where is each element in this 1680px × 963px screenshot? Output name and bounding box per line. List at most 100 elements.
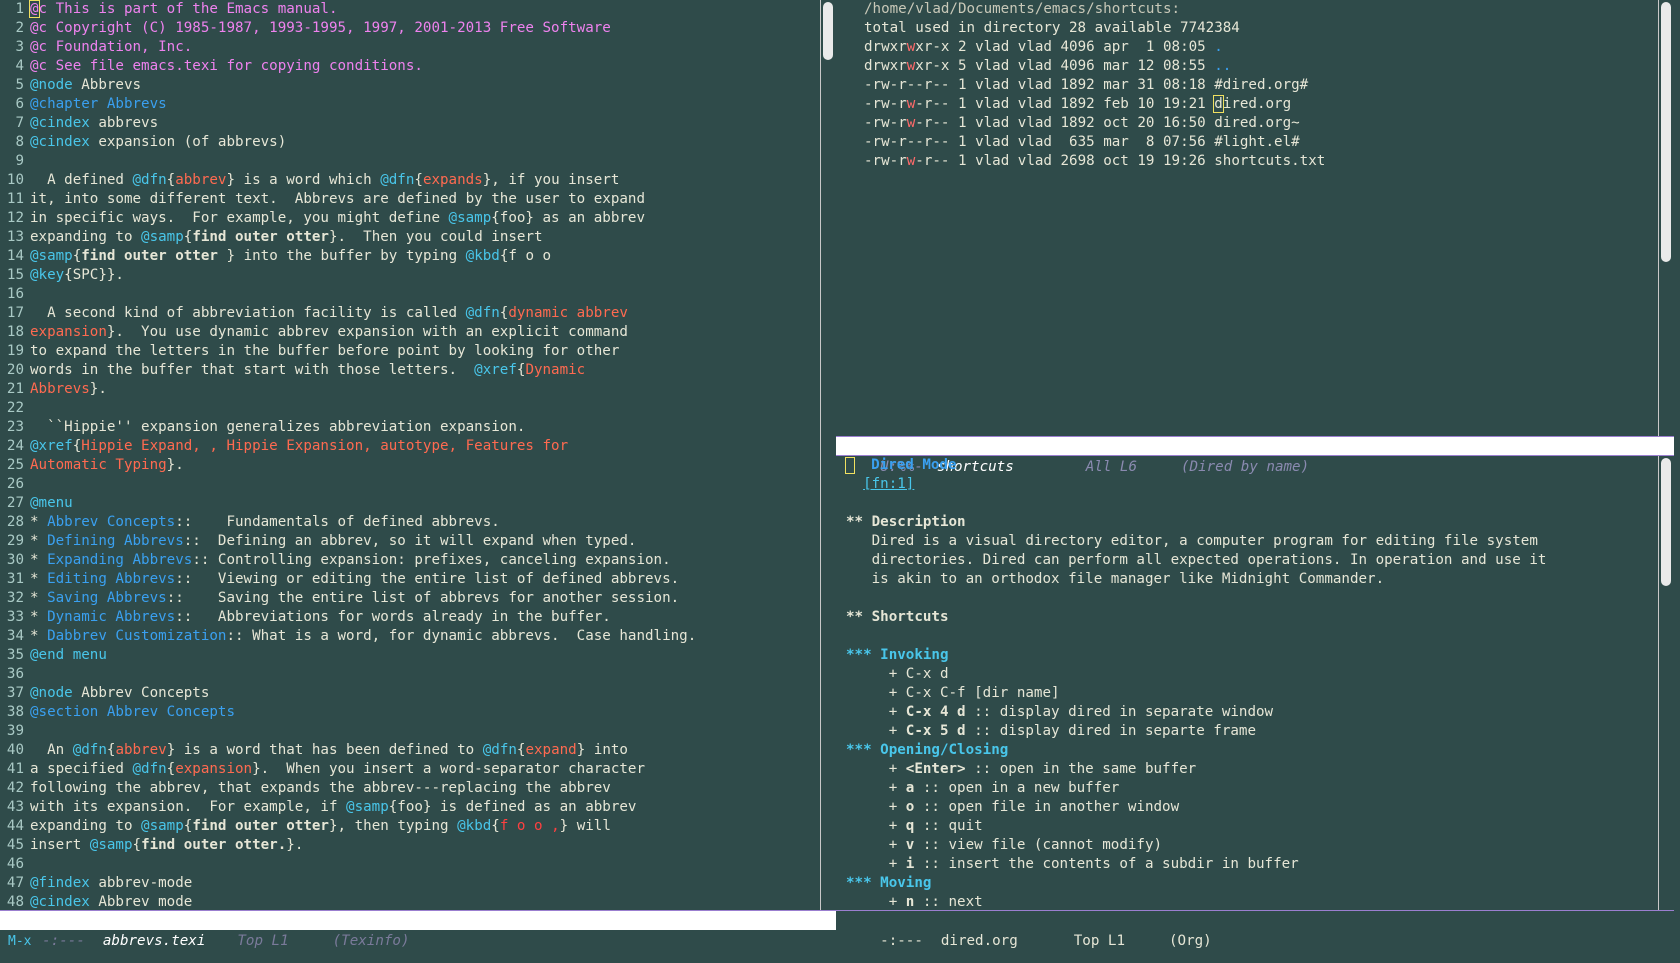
org-heading-3: *** Moving bbox=[846, 875, 932, 891]
texinfo-line[interactable]: 46 bbox=[0, 855, 820, 874]
texinfo-line[interactable]: 12 in specific ways. For example, you mig… bbox=[0, 209, 820, 228]
syntax-token: { bbox=[72, 438, 82, 454]
texinfo-line[interactable]: 42 following the abbrev, that expands the… bbox=[0, 779, 820, 798]
file-metadata: 1 vlad vlad 1892 mar 31 08:18 bbox=[949, 77, 1215, 93]
file-name[interactable]: #light.el# bbox=[1214, 134, 1299, 150]
file-name[interactable]: dired.org~ bbox=[1214, 115, 1299, 131]
texinfo-line[interactable]: 9 bbox=[0, 152, 820, 171]
texinfo-line[interactable]: 3 @c Foundation, Inc. bbox=[0, 38, 820, 57]
org-footnote-link[interactable]: [fn:1] bbox=[863, 476, 914, 492]
texinfo-line[interactable]: 20 words in the buffer that start with th… bbox=[0, 361, 820, 380]
org-scrollbar[interactable] bbox=[1658, 456, 1674, 910]
texinfo-line[interactable]: 15 @key{SPC}}. bbox=[0, 266, 820, 285]
line-number: 47 bbox=[6, 875, 24, 891]
texinfo-line[interactable]: 30 * Expanding Abbrevs:: Controlling expa… bbox=[0, 551, 820, 570]
texinfo-line[interactable]: 26 bbox=[0, 475, 820, 494]
texinfo-line[interactable]: 11 it, into some different text. Abbrevs … bbox=[0, 190, 820, 209]
texinfo-line[interactable]: 29 * Defining Abbrevs:: Defining an abbre… bbox=[0, 532, 820, 551]
texinfo-line[interactable]: 2 @c Copyright (C) 1985-1987, 1993-1995, … bbox=[0, 19, 820, 38]
texinfo-line[interactable]: 5 @node Abbrevs bbox=[0, 76, 820, 95]
syntax-token: @dfn bbox=[465, 305, 500, 321]
texinfo-buffer-text[interactable]: 1 @c This is part of the Emacs manual. 2 @c… bbox=[0, 0, 820, 910]
dired-file-row[interactable]: -rw-rw-r-- 1 vlad vlad 2698 oct 19 19:26… bbox=[836, 152, 1658, 171]
org-scrollbar-thumb[interactable] bbox=[1661, 458, 1671, 586]
texinfo-line[interactable]: 38 @section Abbrev Concepts bbox=[0, 703, 820, 722]
texinfo-line[interactable]: 48 @cindex Abbrev mode bbox=[0, 893, 820, 910]
texinfo-line[interactable]: 45 insert @samp{find outer otter.}. bbox=[0, 836, 820, 855]
syntax-token: @samp bbox=[89, 837, 133, 853]
org-modeline: -:--- dired.org Top L1 (Org) bbox=[836, 910, 1674, 949]
texinfo-line[interactable]: 14 @samp{find outer otter } into the buff… bbox=[0, 247, 820, 266]
texinfo-line[interactable]: 36 bbox=[0, 665, 820, 684]
shortcut-key: <Enter> bbox=[905, 761, 966, 777]
texinfo-line[interactable]: 44 expanding to @samp {find outer otter}, … bbox=[0, 817, 820, 836]
dired-scrollbar-thumb[interactable] bbox=[1661, 2, 1671, 262]
texinfo-line[interactable]: 41 a specified @dfn{expansion}. When you … bbox=[0, 760, 820, 779]
file-name[interactable]: .. bbox=[1214, 58, 1231, 74]
texinfo-line[interactable]: 16 bbox=[0, 285, 820, 304]
texinfo-line[interactable]: 4 @c See file emacs.texi for copying cond… bbox=[0, 57, 820, 76]
left-scrollbar-thumb[interactable] bbox=[823, 2, 833, 60]
texinfo-line[interactable]: 6 @chapter Abbrevs bbox=[0, 95, 820, 114]
texinfo-line[interactable]: 27 @menu bbox=[0, 494, 820, 513]
texinfo-line[interactable]: 1 @c This is part of the Emacs manual. bbox=[0, 0, 820, 19]
dired-file-row[interactable]: -rw-r--r-- 1 vlad vlad 1892 mar 31 08:18… bbox=[836, 76, 1658, 95]
syntax-token: { bbox=[72, 248, 82, 264]
dired-file-row[interactable]: -rw-rw-r-- 1 vlad vlad 1892 oct 20 16:50… bbox=[836, 114, 1658, 133]
file-metadata: 1 vlad vlad 2698 oct 19 19:26 bbox=[949, 153, 1215, 169]
file-name[interactable]: shortcuts.txt bbox=[1214, 153, 1325, 169]
line-content: @node Abbrev Concepts bbox=[30, 685, 209, 701]
texinfo-line[interactable]: 24 @xref{Hippie Expand, , Hippie Expansio… bbox=[0, 437, 820, 456]
texinfo-line[interactable]: 40 An @dfn{abbrev} is a word that has be… bbox=[0, 741, 820, 760]
file-name[interactable]: dired.org bbox=[1213, 95, 1291, 113]
texinfo-line[interactable]: 8 @cindex expansion (of abbrevs) bbox=[0, 133, 820, 152]
org-window[interactable]: Dired Mode [fn:1] ** Description Dired i… bbox=[836, 456, 1658, 910]
texinfo-line[interactable]: 10 A defined @dfn{abbrev} is a word whic… bbox=[0, 171, 820, 190]
syntax-token: expansion (of abbrevs) bbox=[89, 134, 287, 150]
line-number: 4 bbox=[15, 58, 24, 74]
dired-file-row[interactable]: -rw-r--r-- 1 vlad vlad 635 mar 8 07:56 #… bbox=[836, 133, 1658, 152]
texinfo-line[interactable]: 22 bbox=[0, 399, 820, 418]
line-content: @c This is part of the Emacs manual. bbox=[29, 0, 338, 18]
dired-window[interactable]: /home/vlad/Documents/emacs/shortcuts: to… bbox=[836, 0, 1658, 436]
syntax-token: An bbox=[30, 742, 73, 758]
syntax-token: @xref bbox=[30, 438, 73, 454]
texinfo-line[interactable]: 19 to expand the letters in the buffer be… bbox=[0, 342, 820, 361]
dired-file-row[interactable]: drwxrwxr-x 5 vlad vlad 4096 mar 12 08:55… bbox=[836, 57, 1658, 76]
texinfo-line[interactable]: 7 @cindex abbrevs bbox=[0, 114, 820, 133]
dired-scrollbar[interactable] bbox=[1658, 0, 1674, 436]
texinfo-line[interactable]: 34 * Dabbrev Customization:: What is a wo… bbox=[0, 627, 820, 646]
texinfo-line[interactable]: 21 Abbrevs}. bbox=[0, 380, 820, 399]
texinfo-line[interactable]: 17 A second kind of abbreviation facilit… bbox=[0, 304, 820, 323]
syntax-token: insert bbox=[30, 837, 90, 853]
left-scrollbar[interactable] bbox=[820, 0, 836, 910]
texinfo-line[interactable]: 32 * Saving Abbrevs:: Saving the entire l… bbox=[0, 589, 820, 608]
texinfo-line[interactable]: 28 * Abbrev Concepts:: Fundamentals of de… bbox=[0, 513, 820, 532]
minibuffer[interactable]: M-x bbox=[0, 932, 1680, 963]
texinfo-line[interactable]: 47 @findex abbrev-mode bbox=[0, 874, 820, 893]
texinfo-line[interactable]: 25 Automatic Typing}. bbox=[0, 456, 820, 475]
texinfo-line[interactable]: 23 ``Hippie'' expansion generalizes abbr… bbox=[0, 418, 820, 437]
dired-file-row[interactable]: drwxrwxr-x 2 vlad vlad 4096 apr 1 08:05 … bbox=[836, 38, 1658, 57]
syntax-token: @c Copyright (C) 1985-1987, 1993-1995, 1… bbox=[30, 20, 611, 36]
texinfo-line[interactable]: 13 expanding to @samp{find outer otter}. … bbox=[0, 228, 820, 247]
texinfo-line[interactable]: 33 * Dynamic Abbrevs:: Abbreviations for … bbox=[0, 608, 820, 627]
texinfo-line[interactable]: 18 expansion}. You use dynamic abbrev exp… bbox=[0, 323, 820, 342]
texinfo-line[interactable]: 35 @end menu bbox=[0, 646, 820, 665]
texinfo-line[interactable]: 31 * Editing Abbrevs:: Viewing or editing… bbox=[0, 570, 820, 589]
syntax-token: expand bbox=[525, 742, 577, 758]
text-cursor: @ bbox=[29, 0, 40, 18]
line-number: 11 bbox=[6, 191, 24, 207]
texinfo-line[interactable]: 37 @node Abbrev Concepts bbox=[0, 684, 820, 703]
texinfo-line[interactable]: 43 with its expansion. For example, if @s… bbox=[0, 798, 820, 817]
line-content: @c Foundation, Inc. bbox=[30, 39, 192, 55]
org-buffer-text[interactable]: ** Description Dired is a visual directo… bbox=[836, 513, 1658, 910]
file-name[interactable]: #dired.org# bbox=[1214, 77, 1308, 93]
dired-file-row[interactable]: -rw-rw-r-- 1 vlad vlad 1892 feb 10 19:21… bbox=[836, 95, 1658, 114]
line-number: 35 bbox=[6, 647, 24, 663]
line-number: 36 bbox=[6, 666, 24, 682]
texinfo-window[interactable]: 1 @c This is part of the Emacs manual. 2 @c… bbox=[0, 0, 820, 910]
texinfo-line[interactable]: 39 bbox=[0, 722, 820, 741]
shortcut-description: :: display dired in separate window bbox=[965, 704, 1274, 720]
file-name[interactable]: . bbox=[1214, 39, 1223, 55]
